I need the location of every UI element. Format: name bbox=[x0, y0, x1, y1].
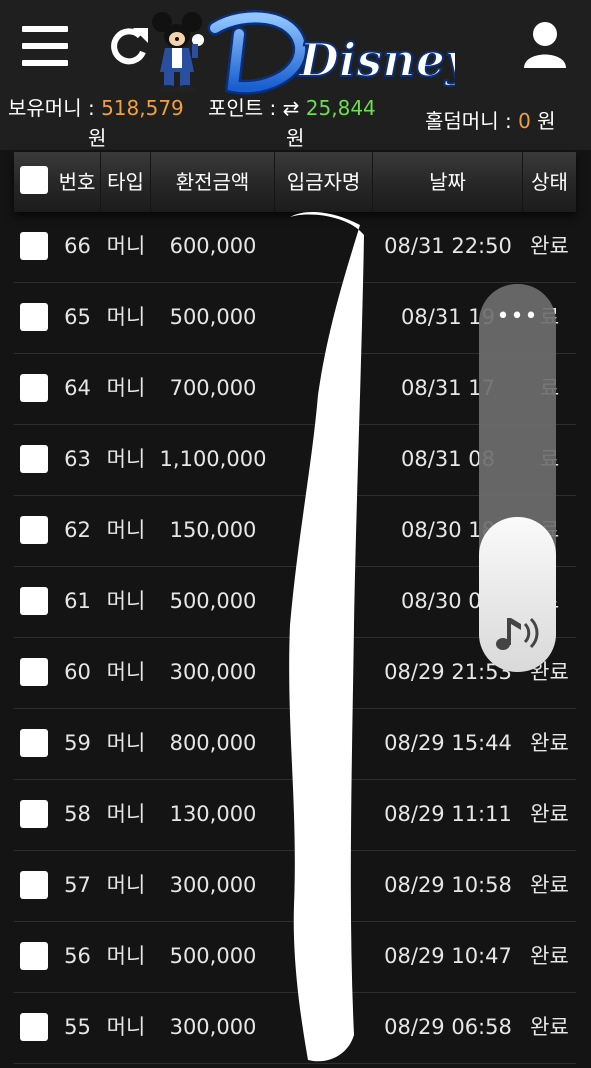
row-type: 머니 bbox=[106, 518, 146, 542]
brand-logo: Disney bbox=[207, 9, 455, 95]
more-options-icon[interactable]: ••• bbox=[479, 302, 556, 332]
money-label: 보유머니 : bbox=[8, 96, 95, 120]
holdem-balance: 홀덤머니 : 0 원 bbox=[425, 108, 556, 134]
row-date: 08/29 11:11 bbox=[384, 802, 512, 826]
money-value: 518,579 bbox=[101, 96, 184, 120]
row-number: 66 bbox=[64, 234, 91, 258]
row-type: 머니 bbox=[106, 234, 146, 258]
money-balance: 보유머니 : 518,579 bbox=[8, 95, 184, 121]
holdem-label: 홀덤머니 : bbox=[425, 109, 512, 133]
row-checkbox[interactable] bbox=[20, 871, 48, 899]
row-amount: 300,000 bbox=[169, 660, 257, 684]
row-type: 머니 bbox=[106, 376, 146, 400]
row-status: 완료 bbox=[530, 873, 569, 897]
row-amount: 1,100,000 bbox=[159, 447, 267, 471]
redaction-mark bbox=[289, 211, 364, 1062]
money-unit: 원 bbox=[88, 126, 107, 150]
svg-text:Disney: Disney bbox=[297, 33, 455, 87]
row-amount: 130,000 bbox=[169, 802, 257, 826]
row-number: 56 bbox=[64, 944, 91, 968]
volume-slider[interactable]: ••• bbox=[479, 284, 556, 672]
row-checkbox[interactable] bbox=[20, 1013, 48, 1041]
user-icon[interactable] bbox=[522, 20, 568, 70]
table-header: 번호 타입 환전금액 입금자명 날짜 상태 bbox=[14, 152, 576, 212]
points-label: 포인트 : bbox=[208, 96, 277, 120]
row-type: 머니 bbox=[106, 589, 146, 613]
row-date: 08/29 15:44 bbox=[384, 731, 512, 755]
row-amount: 150,000 bbox=[169, 518, 257, 542]
column-header-type[interactable]: 타입 bbox=[101, 152, 151, 212]
select-all-checkbox[interactable] bbox=[20, 166, 48, 194]
row-date: 08/29 06:58 bbox=[384, 1015, 512, 1039]
row-amount: 500,000 bbox=[169, 944, 257, 968]
row-status: 완료 bbox=[530, 944, 569, 968]
column-header-status[interactable]: 상태 bbox=[523, 152, 576, 212]
volume-level-fill[interactable] bbox=[479, 517, 556, 672]
row-type: 머니 bbox=[106, 660, 146, 684]
row-status: 완료 bbox=[530, 234, 569, 258]
column-header-depositor[interactable]: 입금자명 bbox=[275, 152, 373, 212]
row-amount: 300,000 bbox=[169, 873, 257, 897]
row-number: 63 bbox=[64, 447, 91, 471]
points-value: 25,844 bbox=[305, 96, 376, 120]
refresh-icon[interactable] bbox=[106, 24, 152, 70]
row-date: 08/29 10:58 bbox=[384, 873, 512, 897]
row-type: 머니 bbox=[106, 447, 146, 471]
row-checkbox[interactable] bbox=[20, 587, 48, 615]
column-header-number[interactable]: 번호 bbox=[54, 152, 101, 212]
row-type: 머니 bbox=[106, 802, 146, 826]
row-checkbox[interactable] bbox=[20, 303, 48, 331]
hamburger-menu-icon[interactable] bbox=[22, 26, 68, 66]
row-checkbox[interactable] bbox=[20, 445, 48, 473]
exchange-arrows-icon[interactable]: ⇄ bbox=[283, 96, 300, 120]
row-type: 머니 bbox=[106, 1015, 146, 1039]
row-amount: 800,000 bbox=[169, 731, 257, 755]
row-checkbox[interactable] bbox=[20, 374, 48, 402]
row-type: 머니 bbox=[106, 873, 146, 897]
column-header-amount[interactable]: 환전금액 bbox=[151, 152, 275, 212]
holdem-unit: 원 bbox=[537, 109, 556, 133]
row-type: 머니 bbox=[106, 944, 146, 968]
row-number: 57 bbox=[64, 873, 91, 897]
row-number: 65 bbox=[64, 305, 91, 329]
row-checkbox[interactable] bbox=[20, 942, 48, 970]
row-amount: 500,000 bbox=[169, 305, 257, 329]
row-number: 60 bbox=[64, 660, 91, 684]
row-checkbox[interactable] bbox=[20, 516, 48, 544]
row-status: 완료 bbox=[530, 731, 569, 755]
row-number: 64 bbox=[64, 376, 91, 400]
row-amount: 300,000 bbox=[169, 1015, 257, 1039]
mascot-logo-icon bbox=[152, 12, 204, 93]
row-checkbox[interactable] bbox=[20, 658, 48, 686]
row-number: 58 bbox=[64, 802, 91, 826]
row-type: 머니 bbox=[106, 305, 146, 329]
row-number: 59 bbox=[64, 731, 91, 755]
row-checkbox[interactable] bbox=[20, 729, 48, 757]
points-balance: 포인트 : ⇄ 25,844 bbox=[208, 95, 376, 121]
row-number: 62 bbox=[64, 518, 91, 542]
music-note-volume-icon bbox=[496, 617, 539, 650]
row-amount: 700,000 bbox=[169, 376, 257, 400]
row-checkbox[interactable] bbox=[20, 800, 48, 828]
row-number: 61 bbox=[64, 589, 91, 613]
row-date: 08/31 22:50 bbox=[384, 234, 512, 258]
holdem-value: 0 bbox=[518, 109, 531, 133]
top-bar: Disney 보유머니 : 518,579 원 포인트 : ⇄ 25,844 원… bbox=[0, 0, 591, 150]
row-amount: 600,000 bbox=[169, 234, 257, 258]
row-number: 55 bbox=[64, 1015, 91, 1039]
column-header-date[interactable]: 날짜 bbox=[373, 152, 523, 212]
row-status: 완료 bbox=[530, 802, 569, 826]
row-checkbox[interactable] bbox=[20, 232, 48, 260]
row-type: 머니 bbox=[106, 731, 146, 755]
row-date: 08/29 10:47 bbox=[384, 944, 512, 968]
row-amount: 500,000 bbox=[169, 589, 257, 613]
row-status: 완료 bbox=[530, 1015, 569, 1039]
points-unit: 원 bbox=[286, 126, 305, 150]
